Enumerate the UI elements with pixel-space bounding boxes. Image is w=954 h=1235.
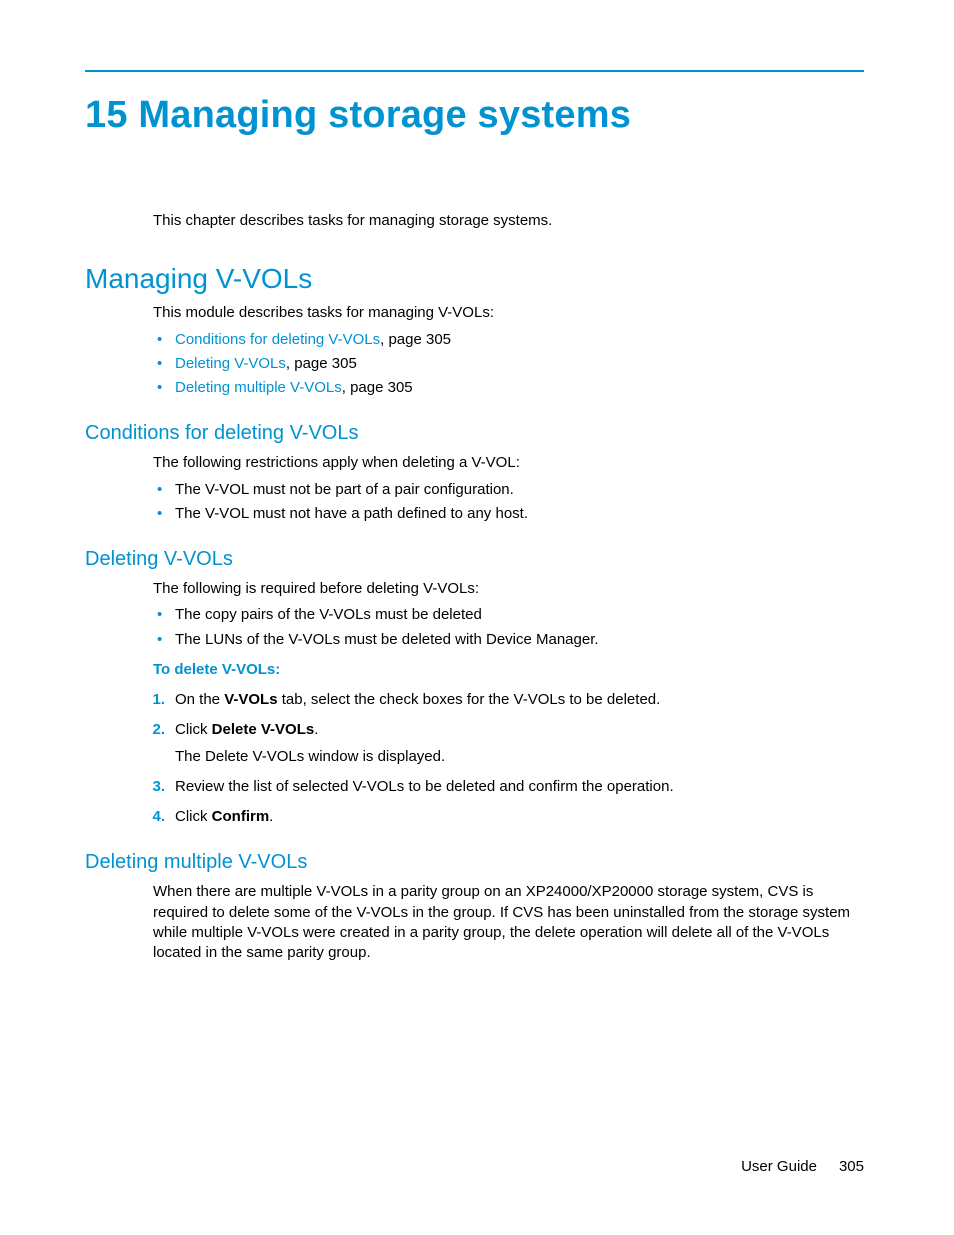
step-4: Click Confirm. [135,807,864,827]
step-text: Click [175,808,212,825]
step-1: On the V-VOLs tab, select the check boxe… [135,690,864,710]
list-item: The LUNs of the V-VOLs must be deleted w… [153,630,864,650]
deleting-body: The following is required before deletin… [153,579,864,599]
top-rule [85,70,864,72]
subsection-deleting-multiple: Deleting multiple V-VOLs [85,849,864,876]
toc-item: Deleting multiple V-VOLs, page 305 [153,378,864,398]
step-text: . [314,721,318,738]
step-text: Review the list of selected V-VOLs to be… [175,778,674,795]
step-result: The Delete V-VOLs window is displayed. [175,747,864,767]
toc-item: Conditions for deleting V-VOLs, page 305 [153,330,864,350]
footer-label: User Guide [741,1158,817,1175]
step-text: tab, select the check boxes for the V-VO… [278,691,661,708]
xref-deleting[interactable]: Deleting V-VOLs [175,355,286,372]
step-text: . [269,808,273,825]
step-2: Click Delete V-VOLs. The Delete V-VOLs w… [135,720,864,767]
subsection-deleting: Deleting V-VOLs [85,546,864,573]
toc-item: Deleting V-VOLs, page 305 [153,354,864,374]
list-item: The V-VOL must not be part of a pair con… [153,480,864,500]
list-item: The copy pairs of the V-VOLs must be del… [153,605,864,625]
page-footer: User Guide 305 [741,1157,864,1177]
deleting-list: The copy pairs of the V-VOLs must be del… [153,605,864,650]
toc-suffix: , page 305 [342,379,413,396]
list-item: The V-VOL must not have a path defined t… [153,504,864,524]
step-text: On the [175,691,224,708]
page-container: 15 Managing storage systems This chapter… [0,0,954,1235]
chapter-title: 15 Managing storage systems [85,90,864,141]
page-number: 305 [839,1158,864,1175]
section-managing-vvols: Managing V-VOLs [85,260,864,298]
conditions-body: The following restrictions apply when de… [153,453,864,473]
step-text: Click [175,721,212,738]
conditions-list: The V-VOL must not be part of a pair con… [153,480,864,525]
chapter-intro: This chapter describes tasks for managin… [153,211,864,231]
xref-conditions[interactable]: Conditions for deleting V-VOLs [175,331,380,348]
step-bold: Delete V-VOLs [212,721,315,738]
toc-suffix: , page 305 [286,355,357,372]
toc-list: Conditions for deleting V-VOLs, page 305… [153,330,864,399]
xref-deleting-multiple[interactable]: Deleting multiple V-VOLs [175,379,342,396]
subsection-conditions: Conditions for deleting V-VOLs [85,420,864,447]
procedure-title: To delete V-VOLs: [153,660,864,680]
procedure-steps: On the V-VOLs tab, select the check boxe… [135,690,864,827]
step-bold: Confirm [212,808,270,825]
deleting-multiple-body: When there are multiple V-VOLs in a pari… [153,882,864,963]
toc-suffix: , page 305 [380,331,451,348]
step-bold: V-VOLs [224,691,277,708]
section-body: This module describes tasks for managing… [153,303,864,323]
step-3: Review the list of selected V-VOLs to be… [135,777,864,797]
